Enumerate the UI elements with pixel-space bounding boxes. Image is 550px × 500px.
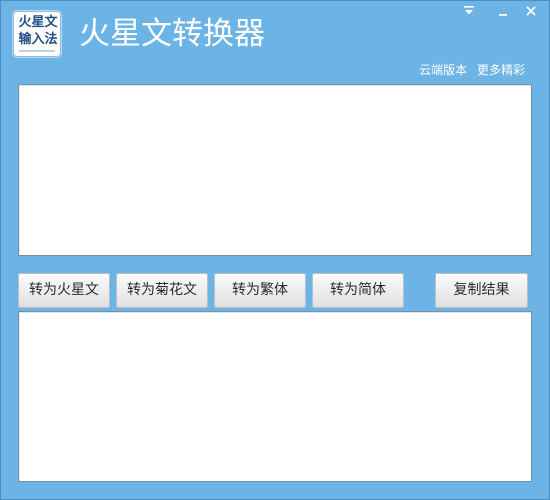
convert-to-juhuawen-button[interactable]: 转为菊花文 <box>116 273 208 308</box>
convert-to-simplified-button[interactable]: 转为简体 <box>312 273 404 308</box>
logo-underline <box>19 50 55 52</box>
logo-text-line2: 输入法 <box>18 32 58 47</box>
minimize-icon[interactable] <box>495 3 511 19</box>
close-icon[interactable] <box>523 3 539 19</box>
copy-result-button[interactable]: 复制结果 <box>435 273 528 308</box>
top-links: 云端版本 更多精彩 <box>413 61 525 79</box>
source-text-input[interactable] <box>18 84 532 256</box>
app-title: 火星文转换器 <box>79 16 265 52</box>
more-link[interactable]: 更多精彩 <box>477 63 525 77</box>
convert-to-huoxingwen-button[interactable]: 转为火星文 <box>18 273 110 308</box>
convert-to-traditional-button[interactable]: 转为繁体 <box>214 273 306 308</box>
logo-text-line1: 火星文 <box>18 15 58 30</box>
dropdown-menu-icon[interactable] <box>461 3 477 19</box>
app-logo: 火星文 输入法 <box>13 11 61 57</box>
app-window: 火星文 输入法 火星文转换器 云端版本 更多精彩 转为火星文 转为菊花文 转为繁… <box>0 0 550 500</box>
result-text-output[interactable] <box>18 311 532 482</box>
cloud-version-link[interactable]: 云端版本 <box>419 63 467 77</box>
